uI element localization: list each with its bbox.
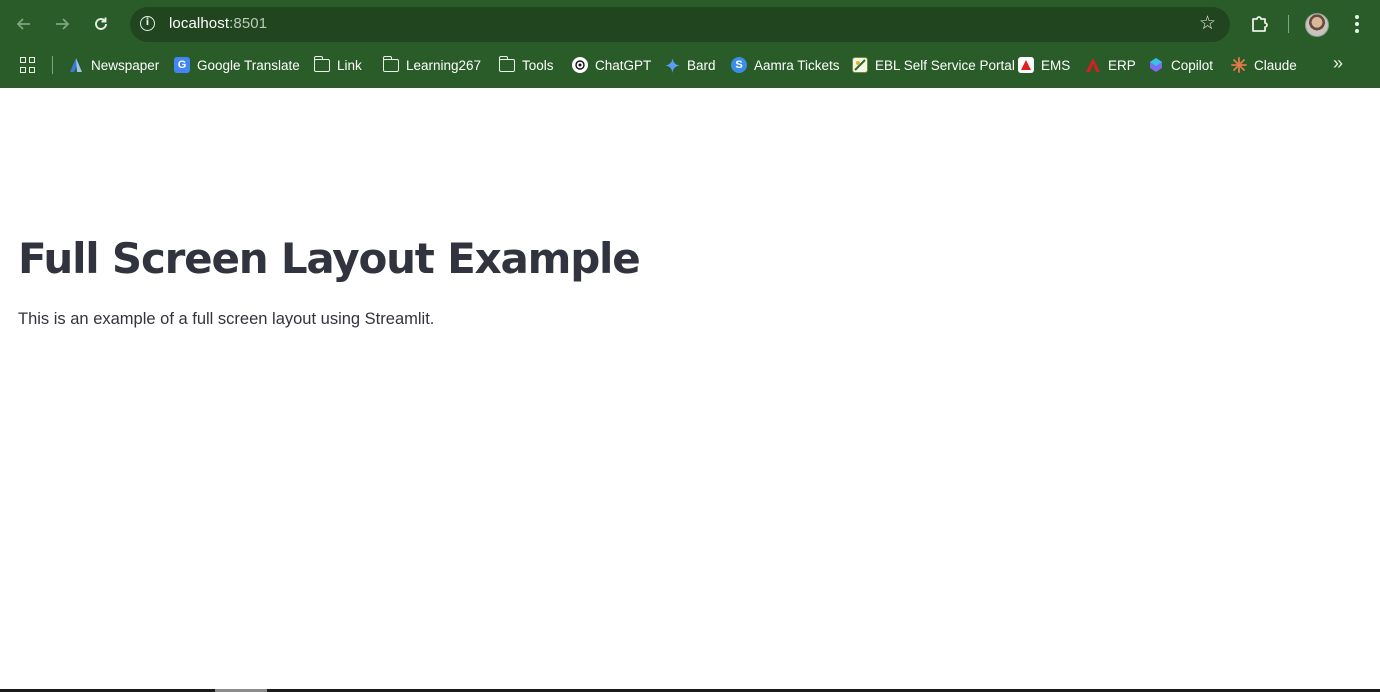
ems-icon <box>1018 57 1034 73</box>
extensions-button[interactable] <box>1247 11 1273 37</box>
bookmark-label: EMS <box>1041 57 1071 73</box>
address-bar[interactable]: i localhost:8501 ☆ <box>130 7 1230 42</box>
bookmark-label: Newspaper <box>91 57 160 73</box>
toolbar-divider <box>1288 15 1289 33</box>
bookmark-erp[interactable]: ERP <box>1085 54 1136 76</box>
bookmark-copilot[interactable]: Copilot <box>1148 54 1213 76</box>
aamra-icon: S <box>731 57 747 73</box>
page-content: Full Screen Layout Example This is an ex… <box>0 88 1380 692</box>
back-arrow-icon <box>16 18 30 30</box>
bookmark-folder-learning267[interactable]: Learning267 <box>382 54 482 76</box>
url-text[interactable]: localhost:8501 <box>169 15 267 32</box>
reload-icon <box>95 17 107 30</box>
puzzle-icon <box>1252 16 1268 32</box>
bookmark-aamra-tickets[interactable]: S Aamra Tickets <box>731 54 840 76</box>
claude-icon <box>1231 57 1247 73</box>
bookmark-ebl-portal[interactable]: EBL Self Service Portal <box>852 54 1015 76</box>
bookmark-bard[interactable]: Bard <box>664 54 716 76</box>
copilot-icon <box>1148 57 1164 73</box>
forward-button[interactable] <box>48 10 76 38</box>
erp-icon <box>1085 57 1101 73</box>
newspaper-icon <box>68 57 84 73</box>
bookmark-label: Learning267 <box>406 57 482 73</box>
profile-avatar[interactable] <box>1305 13 1329 37</box>
ebl-icon <box>852 57 868 73</box>
browser-toolbar: i localhost:8501 ☆ <box>0 0 1380 48</box>
bookmarks-bar: Newspaper G Google Translate Link Learni… <box>0 48 1380 88</box>
url-port: :8501 <box>229 15 268 32</box>
bard-sparkle-icon <box>664 57 680 73</box>
bookmarks-divider <box>52 56 53 74</box>
bookmark-label: Tools <box>522 57 554 73</box>
double-chevron-right-icon[interactable]: » <box>1333 53 1343 74</box>
bookmark-folder-link[interactable]: Link <box>313 54 362 76</box>
bookmark-google-translate[interactable]: G Google Translate <box>174 54 300 76</box>
bookmark-ems[interactable]: EMS <box>1018 54 1070 76</box>
bookmark-label: Claude <box>1254 57 1297 73</box>
folder-icon <box>498 55 515 73</box>
bookmark-chatgpt[interactable]: ChatGPT <box>572 54 651 76</box>
bookmark-label: Google Translate <box>197 57 300 73</box>
bookmark-folder-tools[interactable]: Tools <box>498 54 554 76</box>
kebab-menu-icon[interactable] <box>1347 12 1367 36</box>
page-title: Full Screen Layout Example <box>18 234 641 283</box>
bookmark-label: ChatGPT <box>595 57 652 73</box>
browser-chrome: i localhost:8501 ☆ Newspaper G Google Tr… <box>0 0 1380 88</box>
page-description: This is an example of a full screen layo… <box>18 310 435 328</box>
bookmark-label: Aamra Tickets <box>754 57 840 73</box>
google-translate-icon: G <box>174 57 190 73</box>
reload-button[interactable] <box>87 10 115 38</box>
chatgpt-icon <box>572 57 588 73</box>
star-icon[interactable]: ☆ <box>1199 12 1216 35</box>
bookmark-label: EBL Self Service Portal <box>875 57 1015 73</box>
url-host: localhost <box>169 15 230 32</box>
info-icon[interactable]: i <box>140 16 155 31</box>
bookmark-label: Copilot <box>1171 57 1214 73</box>
bookmark-newspaper[interactable]: Newspaper <box>68 54 159 76</box>
folder-icon <box>382 55 399 73</box>
bookmark-label: ERP <box>1108 57 1136 73</box>
back-button[interactable] <box>10 10 38 38</box>
bookmark-label: Link <box>337 57 362 73</box>
bookmark-claude[interactable]: Claude <box>1231 54 1297 76</box>
bookmark-label: Bard <box>687 57 716 73</box>
apps-grid-icon[interactable] <box>20 57 36 73</box>
forward-arrow-icon <box>56 18 70 30</box>
folder-icon <box>313 55 330 73</box>
